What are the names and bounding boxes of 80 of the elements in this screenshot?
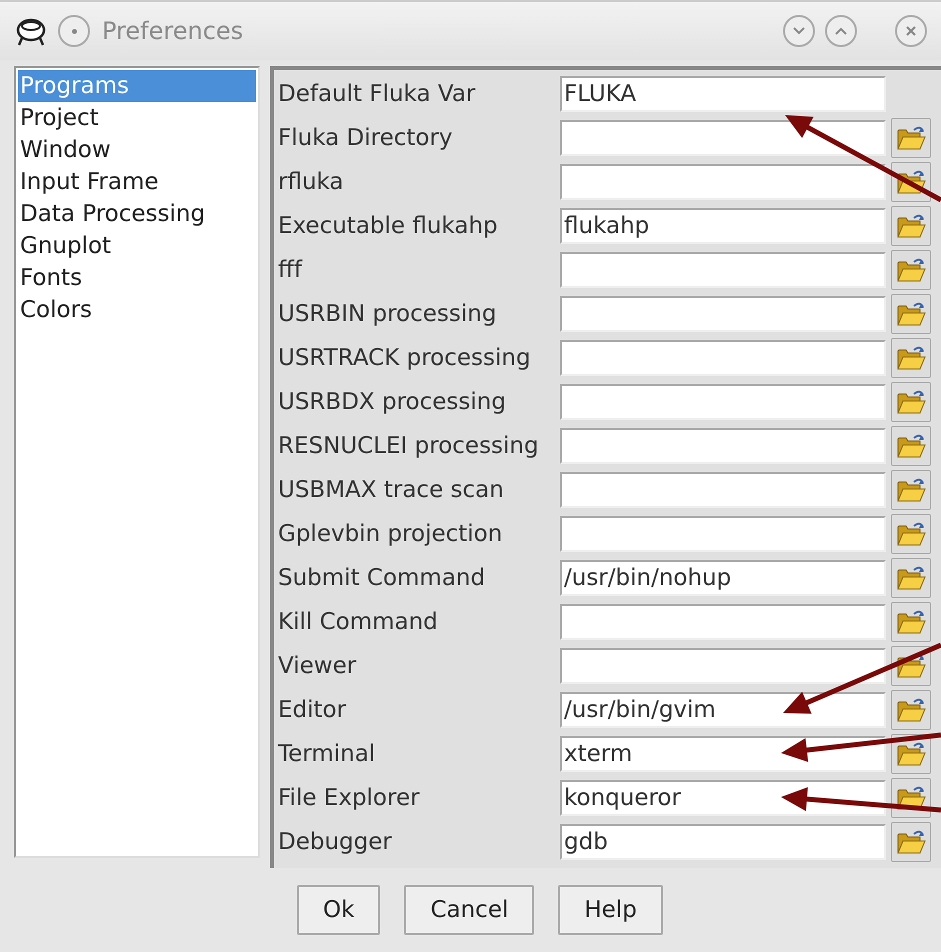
- input-field[interactable]: konqueror: [560, 780, 886, 816]
- browse-button[interactable]: [891, 206, 931, 246]
- input-field[interactable]: [560, 252, 886, 288]
- setting-label: Default Fluka Var: [278, 81, 476, 107]
- folder-icon: [896, 433, 926, 459]
- category-item[interactable]: Input Frame: [18, 166, 256, 198]
- category-item[interactable]: Fonts: [18, 262, 256, 294]
- browse-button[interactable]: [891, 118, 931, 158]
- input-field[interactable]: [560, 340, 886, 376]
- setting-label: Submit Command: [278, 565, 486, 591]
- folder-icon: [896, 477, 926, 503]
- category-item[interactable]: Colors: [18, 294, 256, 326]
- browse-button[interactable]: [891, 514, 931, 554]
- folder-icon: [896, 521, 926, 547]
- input-field[interactable]: [560, 120, 886, 156]
- setting-label: Editor: [278, 697, 348, 723]
- input-field[interactable]: [560, 472, 886, 508]
- setting-label: USBMAX trace scan: [278, 477, 505, 503]
- folder-icon: [896, 169, 926, 195]
- category-item[interactable]: Window: [18, 134, 256, 166]
- setting-label: Executable flukahp: [278, 213, 499, 239]
- browse-button[interactable]: [891, 690, 931, 730]
- setting-label: File Explorer: [278, 785, 421, 811]
- input-field[interactable]: /usr/bin/gvim: [560, 692, 886, 728]
- setting-label: USRTRACK processing: [278, 345, 532, 371]
- maximize-button[interactable]: [825, 15, 857, 47]
- dialog-button[interactable]: Cancel: [404, 885, 534, 935]
- setting-label: Kill Command: [278, 609, 439, 635]
- folder-icon: [896, 257, 926, 283]
- setting-label: rfluka: [278, 169, 345, 195]
- browse-button[interactable]: [891, 382, 931, 422]
- folder-icon: [896, 609, 926, 635]
- folder-icon: [896, 565, 926, 591]
- dialog-button[interactable]: Help: [558, 885, 663, 935]
- folder-icon: [896, 301, 926, 327]
- folder-icon: [896, 697, 926, 723]
- folder-icon: [896, 125, 926, 151]
- browse-button[interactable]: [891, 602, 931, 642]
- input-field[interactable]: xterm: [560, 736, 886, 772]
- input-field[interactable]: gdb: [560, 824, 886, 860]
- setting-label: Fluka Directory: [278, 125, 454, 151]
- folder-icon: [896, 741, 926, 767]
- input-field[interactable]: [560, 164, 886, 200]
- browse-button[interactable]: [891, 294, 931, 334]
- category-item[interactable]: Data Processing: [18, 198, 256, 230]
- setting-label: USRBDX processing: [278, 389, 507, 415]
- browse-button[interactable]: [891, 558, 931, 598]
- browse-button[interactable]: [891, 338, 931, 378]
- browse-button[interactable]: [891, 250, 931, 290]
- input-field[interactable]: [560, 296, 886, 332]
- browse-button[interactable]: [891, 822, 931, 862]
- setting-label: RESNUCLEI processing: [278, 433, 540, 459]
- dialog-button[interactable]: Ok: [297, 885, 380, 935]
- close-button[interactable]: [895, 15, 927, 47]
- input-field[interactable]: [560, 648, 886, 684]
- minimize-button[interactable]: [783, 15, 815, 47]
- folder-icon: [896, 653, 926, 679]
- input-field[interactable]: FLUKA: [560, 76, 886, 112]
- browse-button[interactable]: [891, 470, 931, 510]
- input-field[interactable]: [560, 604, 886, 640]
- input-field[interactable]: [560, 428, 886, 464]
- input-field[interactable]: /usr/bin/nohup: [560, 560, 886, 596]
- setting-label: fff: [278, 257, 304, 283]
- input-field[interactable]: flukahp: [560, 208, 886, 244]
- window-title: Preferences: [102, 17, 244, 45]
- setting-label: Debugger: [278, 829, 393, 855]
- setting-label: Viewer: [278, 653, 358, 679]
- folder-icon: [896, 829, 926, 855]
- folder-icon: [896, 345, 926, 371]
- input-field[interactable]: [560, 384, 886, 420]
- setting-label: USRBIN processing: [278, 301, 498, 327]
- folder-icon: [896, 785, 926, 811]
- browse-button[interactable]: [891, 426, 931, 466]
- setting-label: Gplevbin projection: [278, 521, 504, 547]
- category-item[interactable]: Gnuplot: [18, 230, 256, 262]
- setting-label: Terminal: [278, 741, 376, 767]
- input-field[interactable]: [560, 516, 886, 552]
- folder-icon: [896, 213, 926, 239]
- folder-icon: [896, 389, 926, 415]
- category-item[interactable]: Project: [18, 102, 256, 134]
